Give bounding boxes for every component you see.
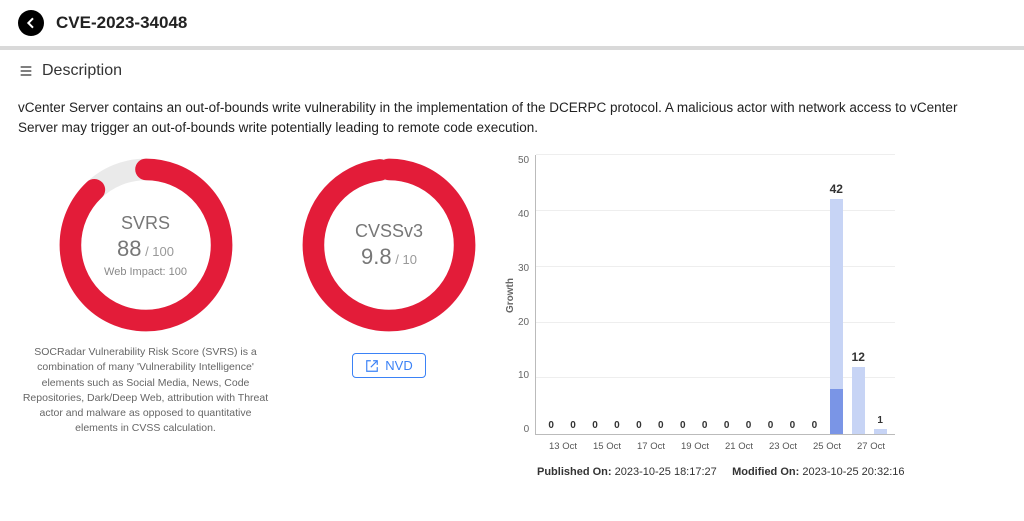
svrs-gauge-block: SVRS 88 / 100 Web Impact: 100 SOCRadar V… (18, 155, 273, 436)
svrs-note: SOCRadar Vulnerability Risk Score (SVRS)… (18, 345, 273, 436)
cvss-score: 9.8 / 10 (361, 244, 417, 270)
external-link-icon (365, 359, 379, 373)
bar-slot: 1 (869, 429, 891, 435)
chart-meta: Published On: 2023-10-25 18:17:27 Modifi… (537, 466, 1006, 478)
nvd-link-button[interactable]: NVD (352, 353, 425, 378)
bar-value-label: 42 (830, 182, 843, 196)
chart-ylabel: Growth (505, 278, 516, 313)
chart-xaxis: 13 Oct15 Oct17 Oct19 Oct21 Oct23 Oct25 O… (537, 441, 897, 452)
bar-value-label: 0 (614, 420, 620, 431)
bar-value-label: 0 (658, 420, 664, 431)
bar-value-label: 0 (680, 420, 686, 431)
description-text: vCenter Server contains an out-of-bounds… (18, 98, 978, 137)
bar-value-label: 0 (790, 420, 796, 431)
bar-value-label: 0 (746, 420, 752, 431)
svrs-sub: Web Impact: 100 (104, 266, 187, 278)
bar-slot: 42 (825, 199, 847, 434)
svrs-score: 88 / 100 (117, 236, 174, 262)
page-title: CVE-2023-34048 (56, 13, 187, 33)
section-heading: Description (18, 62, 1006, 80)
list-icon (18, 63, 34, 79)
bar-slot: 12 (847, 367, 869, 434)
bar-value-label: 0 (724, 420, 730, 431)
chart-yaxis: 50403020100 (518, 155, 535, 435)
cvss-gauge: CVSSv3 9.8 / 10 (299, 155, 479, 335)
bar-value-label: 0 (570, 420, 576, 431)
bar-value-label: 0 (592, 420, 598, 431)
cvss-label: CVSSv3 (355, 221, 423, 242)
svrs-label: SVRS (121, 213, 170, 234)
bar-value-label: 0 (702, 420, 708, 431)
bar-value-label: 0 (548, 420, 554, 431)
bar-value-label: 0 (812, 420, 818, 431)
back-button[interactable] (18, 10, 44, 36)
section-heading-label: Description (42, 62, 122, 80)
bar-value-label: 1 (877, 415, 883, 426)
svrs-gauge: SVRS 88 / 100 Web Impact: 100 (56, 155, 236, 335)
chart-plot: 000000000000042121 (535, 155, 895, 435)
nvd-link-label: NVD (385, 358, 412, 373)
bar-value-label: 0 (636, 420, 642, 431)
cvss-gauge-block: CVSSv3 9.8 / 10 NVD (299, 155, 479, 378)
bar-value-label: 0 (768, 420, 774, 431)
bar-value-label: 12 (852, 350, 865, 364)
arrow-left-icon (23, 15, 39, 31)
growth-chart: Growth 50403020100 000000000000042121 Gi… (505, 155, 1006, 478)
